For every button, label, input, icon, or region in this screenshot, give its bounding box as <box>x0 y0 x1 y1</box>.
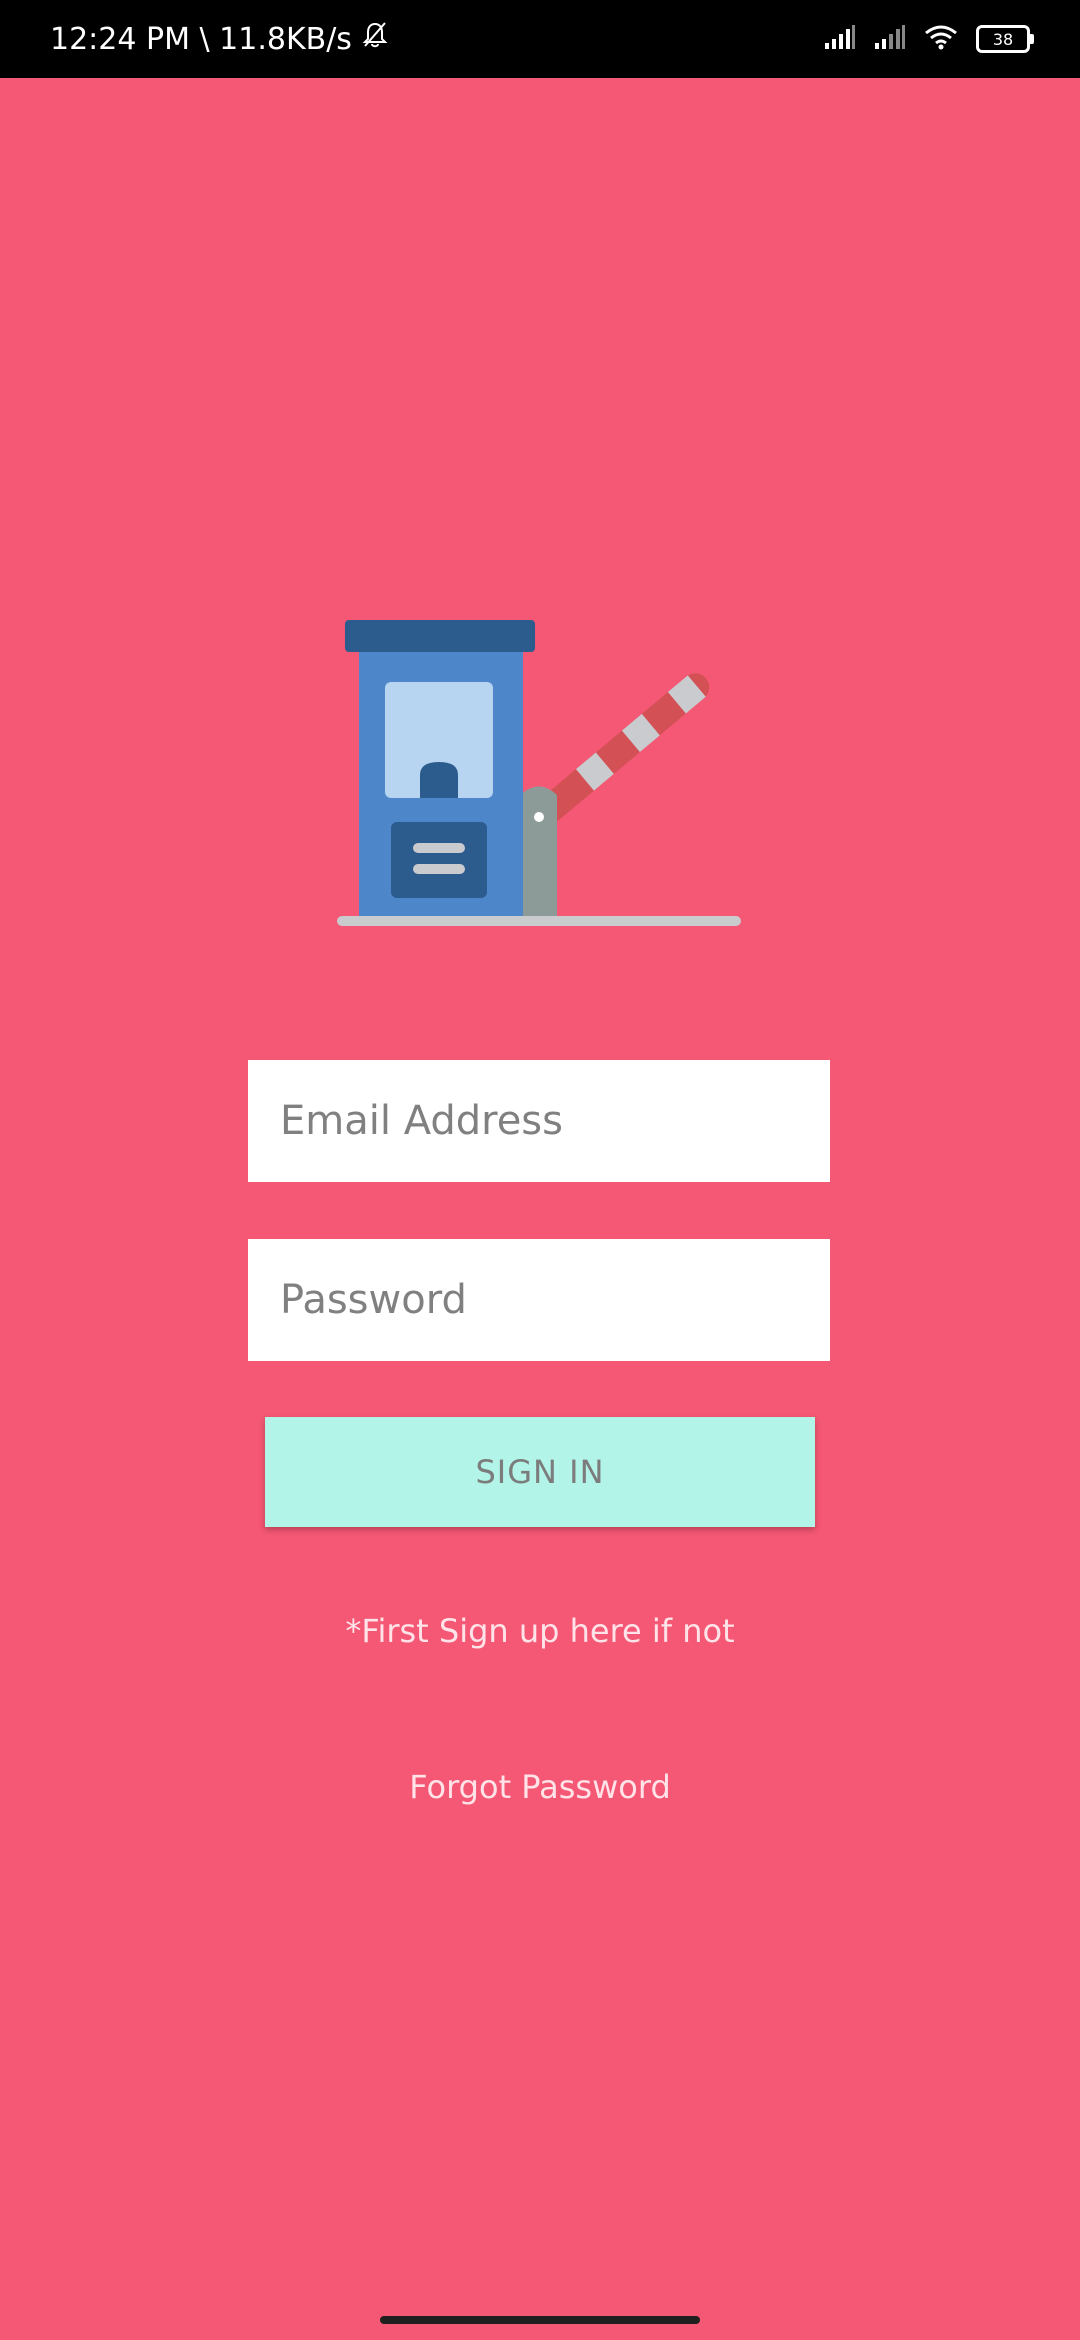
password-field[interactable] <box>248 1239 830 1361</box>
sign-in-button[interactable]: SIGN IN <box>265 1417 815 1527</box>
status-bar: 12:24 PM \ 11.8KB/s 38 <box>0 0 1080 78</box>
toll-booth-barrier-icon <box>335 610 755 940</box>
wifi-icon <box>924 24 958 54</box>
signup-link[interactable]: *First Sign up here if not <box>0 1612 1080 1650</box>
status-left: 12:24 PM \ 11.8KB/s <box>50 0 388 78</box>
home-indicator[interactable] <box>380 2316 700 2324</box>
password-input[interactable] <box>278 1276 800 1324</box>
status-time-speed: 12:24 PM \ 11.8KB/s <box>50 21 352 57</box>
sign-in-label: SIGN IN <box>475 1453 605 1491</box>
email-field[interactable] <box>248 1060 830 1182</box>
forgot-password-link[interactable]: Forgot Password <box>0 1768 1080 1806</box>
mute-bell-icon <box>362 21 388 57</box>
signal-icon <box>874 25 906 53</box>
email-input[interactable] <box>278 1097 800 1145</box>
battery-icon: 38 <box>976 25 1034 53</box>
status-right: 38 <box>824 0 1034 78</box>
signal-icon <box>824 25 856 53</box>
battery-level: 38 <box>992 29 1014 49</box>
